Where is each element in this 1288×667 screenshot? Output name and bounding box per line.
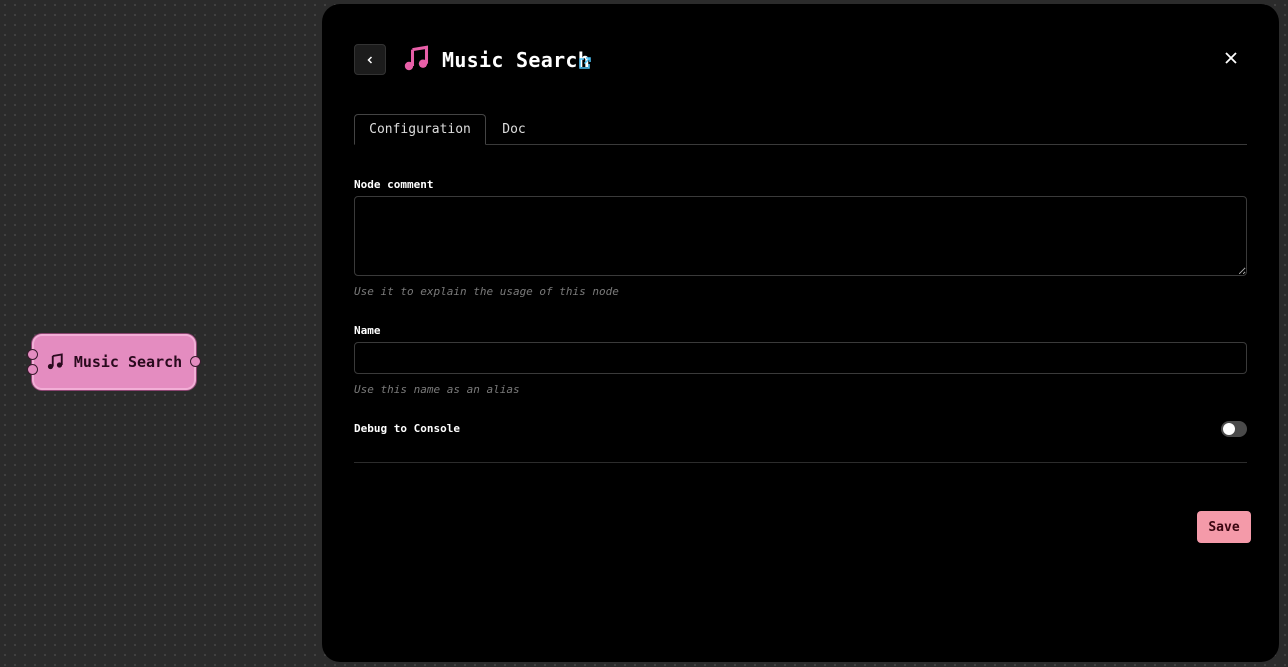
tab-configuration[interactable]: Configuration bbox=[354, 114, 486, 145]
node-config-panel: Music Search Configuration Doc Node comm… bbox=[322, 4, 1279, 662]
name-label: Name bbox=[354, 324, 381, 337]
back-button[interactable] bbox=[354, 44, 386, 75]
close-icon[interactable] bbox=[1223, 50, 1239, 66]
panel-header: Music Search bbox=[354, 44, 1247, 76]
toggle-knob bbox=[1223, 423, 1235, 435]
debug-toggle[interactable] bbox=[1221, 421, 1247, 437]
node-label: Music Search bbox=[73, 353, 183, 371]
divider bbox=[354, 462, 1247, 463]
save-button[interactable]: Save bbox=[1197, 511, 1251, 543]
canvas-node[interactable]: Music Search bbox=[32, 334, 196, 390]
tab-doc[interactable]: Doc bbox=[486, 114, 542, 145]
panel-title: Music Search bbox=[442, 48, 591, 72]
debug-label: Debug to Console bbox=[354, 422, 460, 435]
chevron-left-icon bbox=[365, 50, 375, 69]
music-note-icon bbox=[402, 45, 430, 73]
node-output-port[interactable] bbox=[190, 356, 201, 367]
name-hint: Use this name as an alias bbox=[354, 383, 520, 396]
node-input-port[interactable] bbox=[27, 364, 38, 375]
panel-tabs: Configuration Doc bbox=[354, 114, 1247, 145]
music-note-icon bbox=[46, 353, 64, 371]
external-link-icon[interactable] bbox=[578, 55, 592, 69]
node-input-port[interactable] bbox=[27, 349, 38, 360]
node-comment-field[interactable] bbox=[354, 196, 1247, 276]
node-comment-label: Node comment bbox=[354, 178, 434, 191]
name-field[interactable] bbox=[354, 342, 1247, 374]
node-comment-hint: Use it to explain the usage of this node bbox=[354, 285, 619, 298]
